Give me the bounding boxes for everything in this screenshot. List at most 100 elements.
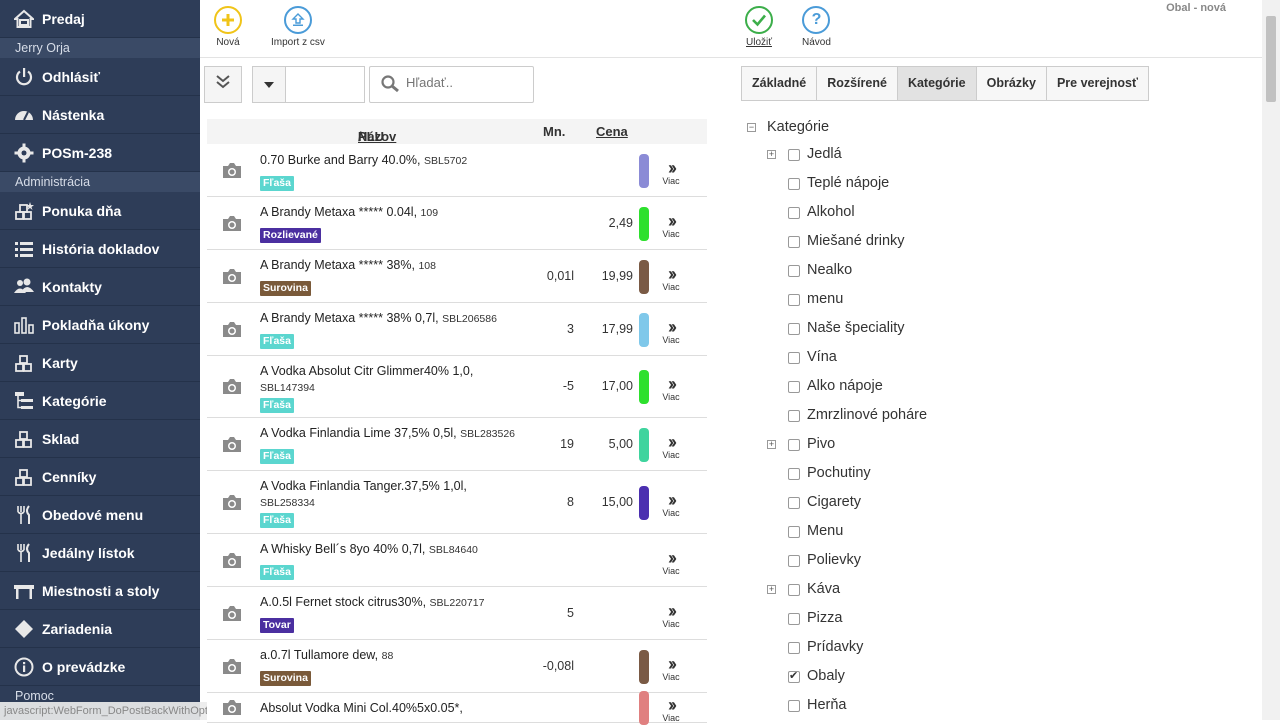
more-button[interactable]: ››Viac [660,435,682,460]
sidebar-item-história-dokladov[interactable]: História dokladov [0,230,200,268]
tab-kategórie[interactable]: Kategórie [897,66,977,101]
list-item[interactable]: 0.70 Burke and Barry 40.0%, SBL5702Fľaša… [207,145,707,197]
sidebar-item-kontakty[interactable]: Kontakty [0,268,200,306]
category-checkbox[interactable] [788,700,800,712]
category-checkbox[interactable] [788,497,800,509]
category-checkbox[interactable] [788,381,800,393]
camera-icon[interactable] [221,605,243,623]
collapse-toggle-button[interactable] [204,66,242,103]
category-label[interactable]: Zmrzlinové poháre [807,407,927,423]
category-checkbox[interactable] [788,671,800,683]
sidebar-item-pos[interactable]: POSm-238 [0,134,200,172]
scrollbar-thumb[interactable] [1266,16,1276,102]
sidebar-item-karty[interactable]: Karty [0,344,200,382]
sidebar-item-predaj[interactable]: Predaj [0,0,200,38]
category-label[interactable]: Vína [807,349,837,365]
camera-icon[interactable] [221,378,243,396]
new-button[interactable]: Nová [214,6,242,48]
more-button[interactable]: ››Viac [660,657,682,682]
more-button[interactable]: ››Viac [660,320,682,345]
category-checkbox[interactable] [788,613,800,625]
sidebar-item-kategórie[interactable]: Kategórie [0,382,200,420]
search-input[interactable] [369,66,534,103]
sidebar-item-miestnosti-a-stoly[interactable]: Miestnosti a stoly [0,572,200,610]
category-label[interactable]: Pivo [807,436,835,452]
tab-obrázky[interactable]: Obrázky [976,66,1047,101]
category-checkbox[interactable] [788,149,800,161]
sidebar-item-sklad[interactable]: Sklad [0,420,200,458]
tree-expand-toggle[interactable]: + [767,585,776,594]
category-label[interactable]: menu [807,291,843,307]
sidebar-item-logout[interactable]: Odhlásiť [0,58,200,96]
camera-icon[interactable] [221,321,243,339]
category-label[interactable]: Káva [807,581,840,597]
more-button[interactable]: ››Viac [660,698,682,723]
category-checkbox[interactable] [788,294,800,306]
category-checkbox[interactable] [788,323,800,335]
camera-icon[interactable] [221,215,243,233]
sidebar-item-cenníky[interactable]: Cenníky [0,458,200,496]
tab-základné[interactable]: Základné [741,66,817,101]
category-label[interactable]: Pochutiny [807,465,871,481]
category-label[interactable]: Prídavky [807,639,863,655]
page-scrollbar[interactable] [1262,0,1280,720]
category-label[interactable]: Obaly [807,668,845,684]
category-checkbox[interactable] [788,236,800,248]
tab-rozšírené[interactable]: Rozšírené [816,66,898,101]
category-checkbox[interactable] [788,265,800,277]
list-item[interactable]: A Whisky Bell´s 8yo 40% 0,7l, SBL84640Fľ… [207,534,707,587]
import-csv-button[interactable]: Import z csv [271,6,325,48]
save-button[interactable]: Uložiť [745,6,773,48]
list-item[interactable]: a.0.7l Tullamore dew, 88Surovina-0,08l››… [207,640,707,693]
more-button[interactable]: ››Viac [660,214,682,239]
more-button[interactable]: ››Viac [660,493,682,518]
category-label[interactable]: Alko nápoje [807,378,883,394]
category-checkbox[interactable] [788,555,800,567]
column-header-price[interactable]: Cena [596,124,628,139]
tree-expand-toggle[interactable]: + [767,440,776,449]
filter-select-input[interactable] [285,66,365,103]
sidebar-item-jedálny-lístok[interactable]: Jedálny lístok [0,534,200,572]
camera-icon[interactable] [221,162,243,180]
category-label[interactable]: Polievky [807,552,861,568]
category-label[interactable]: Alkohol [807,204,855,220]
more-button[interactable]: ››Viac [660,551,682,576]
list-item[interactable]: Absolut Vodka Mini Col.40%5x0.05*, ››Via… [207,693,707,723]
list-item[interactable]: A Vodka Finlandia Lime 37,5% 0,5l, SBL28… [207,418,707,471]
category-checkbox[interactable] [788,178,800,190]
camera-icon[interactable] [221,494,243,512]
list-item[interactable]: A Brandy Metaxa ***** 38%, 108Surovina0,… [207,250,707,303]
sidebar-item-pokladňa-úkony[interactable]: Pokladňa úkony [0,306,200,344]
category-label[interactable]: Pizza [807,610,842,626]
camera-icon[interactable] [221,268,243,286]
category-checkbox[interactable] [788,207,800,219]
category-checkbox[interactable] [788,352,800,364]
sidebar-item-obedové-menu[interactable]: Obedové menu [0,496,200,534]
category-label[interactable]: Menu [807,523,843,539]
list-item[interactable]: A Vodka Finlandia Tanger.37,5% 1,0l,SBL2… [207,471,707,534]
list-item[interactable]: A.0.5l Fernet stock citrus30%, SBL220717… [207,587,707,640]
more-button[interactable]: ››Viac [660,267,682,292]
sidebar-item-ponuka-dňa[interactable]: Ponuka dňa [0,192,200,230]
tree-expand-toggle[interactable]: + [767,150,776,159]
category-checkbox[interactable] [788,642,800,654]
category-checkbox[interactable] [788,584,800,596]
sidebar-item-dashboard[interactable]: Nástenka [0,96,200,134]
sidebar-item-o-prevádzke[interactable]: O prevádzke [0,648,200,686]
category-checkbox[interactable] [788,410,800,422]
list-item[interactable]: A Brandy Metaxa ***** 38% 0,7l, SBL20658… [207,303,707,356]
column-plu-label[interactable]: PLU [358,129,384,144]
category-label[interactable]: Naše špeciality [807,320,905,336]
sidebar-item-zariadenia[interactable]: Zariadenia [0,610,200,648]
category-checkbox[interactable] [788,439,800,451]
tab-pre-verejnosť[interactable]: Pre verejnosť [1046,66,1149,101]
category-label[interactable]: Teplé nápoje [807,175,889,191]
help-button[interactable]: ? Návod [802,6,831,48]
dropdown-toggle-button[interactable] [252,66,286,103]
camera-icon[interactable] [221,658,243,676]
more-button[interactable]: ››Viac [660,377,682,402]
category-label[interactable]: Nealko [807,262,852,278]
category-label[interactable]: Jedlá [807,146,842,162]
category-checkbox[interactable] [788,526,800,538]
category-label[interactable]: Miešané drinky [807,233,905,249]
